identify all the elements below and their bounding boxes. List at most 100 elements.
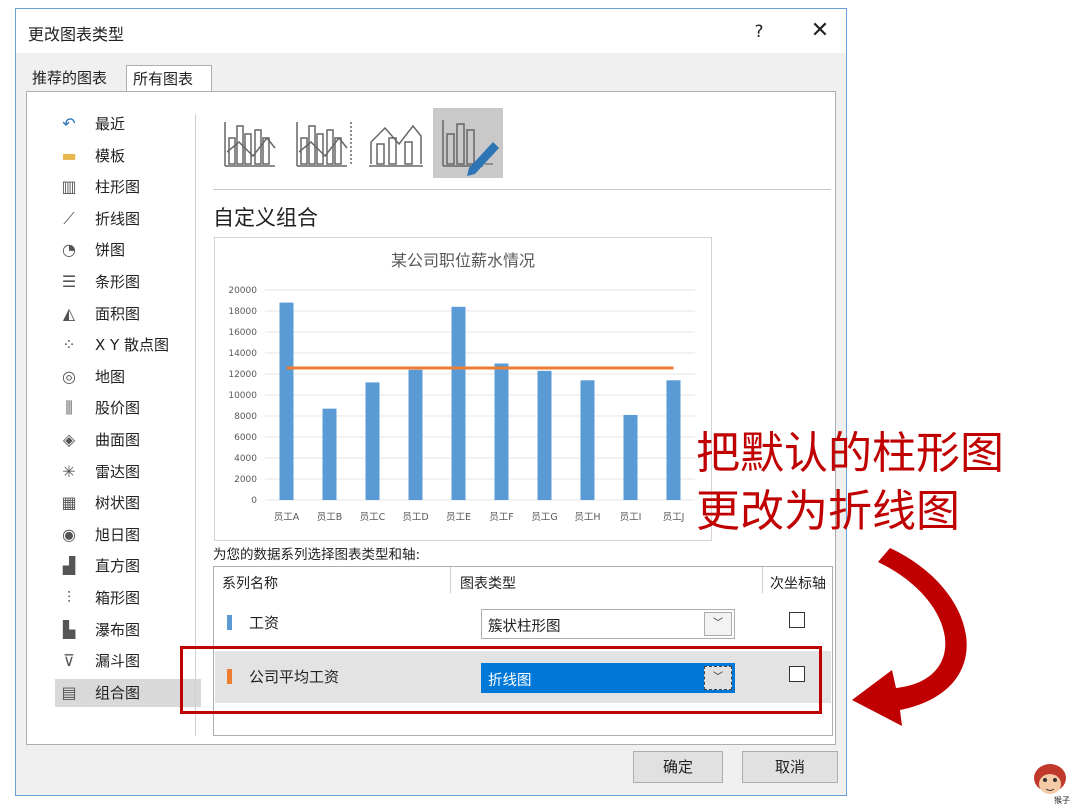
- y-tick-label: 4000: [234, 454, 257, 464]
- y-tick-label: 20000: [228, 286, 257, 296]
- chart-preview: 某公司职位薪水情况 0 2000 4000 6000 8000 10000 12000 1400…: [214, 237, 712, 541]
- sidebar-item-label: 最近: [95, 115, 126, 133]
- bar: [279, 302, 294, 500]
- sidebar-item[interactable]: ⫶ 箱形图: [55, 584, 201, 612]
- bar: [580, 380, 595, 500]
- sidebar-item-label: 漏斗图: [95, 652, 141, 671]
- cancel-button[interactable]: 取消: [742, 751, 838, 783]
- sidebar-item-label: 直方图: [95, 557, 141, 576]
- help-button[interactable]: ?: [744, 19, 774, 45]
- sidebar-item-label: X Y 散点图: [95, 336, 169, 355]
- title-bar: 更改图表类型 ? ✕: [16, 9, 846, 53]
- sidebar-item-label: 瀑布图: [95, 620, 141, 639]
- bar: [451, 306, 466, 500]
- histogram-chart-icon: ▟: [62, 556, 76, 576]
- sidebar-item[interactable]: ☰ 条形图: [55, 268, 201, 296]
- combo-subtype-clustered-column-line[interactable]: [217, 108, 287, 178]
- sidebar-item-label: 箱形图: [95, 589, 141, 607]
- sidebar-item[interactable]: ▙ 瀑布图: [55, 616, 201, 644]
- secondary-axis-checkbox[interactable]: [789, 612, 805, 628]
- stock-chart-icon: ⫼: [65, 398, 73, 418]
- tab-recommended-charts[interactable]: 推荐的图表: [26, 65, 126, 91]
- sidebar-item-label: 地图: [95, 367, 126, 386]
- y-tick-label: 2000: [234, 475, 257, 485]
- x-tick-label: 员工G: [531, 512, 557, 523]
- combo-chart-icon: ▤: [61, 682, 77, 702]
- section-title: 自定义组合: [213, 206, 318, 230]
- x-tick-label: 员工I: [620, 512, 642, 523]
- sidebar-item[interactable]: ⟋ 折线图: [55, 205, 201, 233]
- chart-type-select[interactable]: 簇状柱形图 ﹀: [481, 609, 735, 639]
- x-tick-label: 员工B: [317, 512, 343, 523]
- series-color-swatch: [227, 615, 232, 630]
- combo-subtype-stacked-area-column[interactable]: [361, 108, 431, 178]
- sidebar-item-label: 股价图: [95, 399, 141, 418]
- treemap-chart-icon: ▦: [61, 493, 77, 513]
- combo-subtype-custom-combination[interactable]: [433, 108, 503, 178]
- bar: [322, 408, 337, 500]
- sidebar-item[interactable]: ▟ 直方图: [55, 552, 201, 580]
- y-tick-label: 18000: [228, 307, 257, 317]
- x-tick-label: 员工D: [402, 512, 428, 523]
- series-name: 工资: [249, 614, 280, 632]
- sidebar-item[interactable]: ▥ 柱形图: [55, 173, 201, 201]
- header-series-name: 系列名称: [222, 576, 278, 592]
- tab-all-charts[interactable]: 所有图表: [126, 65, 212, 93]
- bar: [537, 370, 552, 500]
- chart-title: 某公司职位薪水情况: [391, 251, 535, 270]
- sidebar-divider: [195, 114, 196, 736]
- sidebar-item[interactable]: ◉ 旭日图: [55, 521, 201, 549]
- sidebar-item[interactable]: ▦ 树状图: [55, 489, 201, 517]
- subtype-divider: [213, 189, 831, 190]
- sidebar-item[interactable]: ▬ 模板: [55, 142, 201, 170]
- sidebar-item-label: 柱形图: [95, 178, 141, 197]
- chevron-down-icon[interactable]: ﹀: [704, 612, 732, 636]
- radar-chart-icon: ✳: [62, 461, 76, 481]
- sidebar-item[interactable]: ◔ 饼图: [55, 236, 201, 264]
- x-tick-label: 员工E: [446, 512, 471, 523]
- y-tick-label: 14000: [228, 349, 257, 359]
- x-tick-label: 员工H: [574, 512, 600, 523]
- annotation-line-2: 更改为折线图: [696, 486, 960, 537]
- sidebar-item[interactable]: ◭ 面积图: [55, 300, 201, 328]
- series-row-salary[interactable]: 工资 簇状柱形图 ﹀: [215, 597, 831, 649]
- sidebar-item[interactable]: ◈ 曲面图: [55, 426, 201, 454]
- sidebar-item-label: 曲面图: [95, 431, 141, 449]
- sidebar-item-label: 模板: [95, 146, 126, 165]
- dialog-title: 更改图表类型: [28, 25, 125, 44]
- y-tick-label: 10000: [228, 391, 257, 401]
- logo-text: 猴子: [1054, 796, 1070, 805]
- sidebar-item-label: 旭日图: [95, 525, 141, 544]
- surface-chart-icon: ◈: [62, 430, 76, 449]
- undo-icon: ↶: [62, 114, 76, 133]
- map-chart-icon: ◎: [62, 366, 76, 386]
- combo-subtype-column-line-secondary-axis[interactable]: [289, 108, 359, 178]
- chart-type-value: 簇状柱形图: [488, 619, 561, 635]
- bar: [408, 369, 423, 500]
- folder-icon: ▬: [61, 145, 77, 165]
- bar: [666, 380, 681, 500]
- scatter-chart-icon: ⁘: [62, 335, 76, 355]
- waterfall-chart-icon: ▙: [62, 619, 76, 639]
- header-divider: [762, 567, 763, 593]
- sidebar-item[interactable]: ◎ 地图: [55, 363, 201, 391]
- sidebar-item[interactable]: ↶ 最近: [55, 110, 201, 138]
- ok-button[interactable]: 确定: [633, 751, 723, 783]
- annotation-line-1: 把默认的柱形图: [696, 428, 1004, 479]
- boxplot-chart-icon: ⫶: [66, 588, 71, 607]
- chart-preview-svg: 某公司职位薪水情况 0 2000 4000 6000 8000 10000 12000 1400…: [228, 251, 695, 523]
- x-tick-label: 员工A: [274, 512, 300, 523]
- x-tick-label: 员工J: [663, 512, 685, 523]
- sidebar-item[interactable]: ⁘ X Y 散点图: [55, 331, 201, 359]
- sidebar-item-label: 折线图: [95, 209, 141, 228]
- sidebar-item[interactable]: ⫼ 股价图: [55, 394, 201, 422]
- y-tick-label: 6000: [234, 433, 257, 443]
- sidebar-item[interactable]: ✳ 雷达图: [55, 458, 201, 486]
- line-chart-icon: ⟋: [63, 208, 75, 228]
- sidebar-item-label: 饼图: [95, 241, 126, 260]
- curved-arrow-icon: [852, 548, 967, 726]
- x-tick-label: 员工C: [360, 512, 386, 523]
- close-button[interactable]: ✕: [802, 15, 838, 47]
- sidebar-item-label: 组合图: [95, 683, 141, 702]
- header-chart-type: 图表类型: [460, 576, 516, 592]
